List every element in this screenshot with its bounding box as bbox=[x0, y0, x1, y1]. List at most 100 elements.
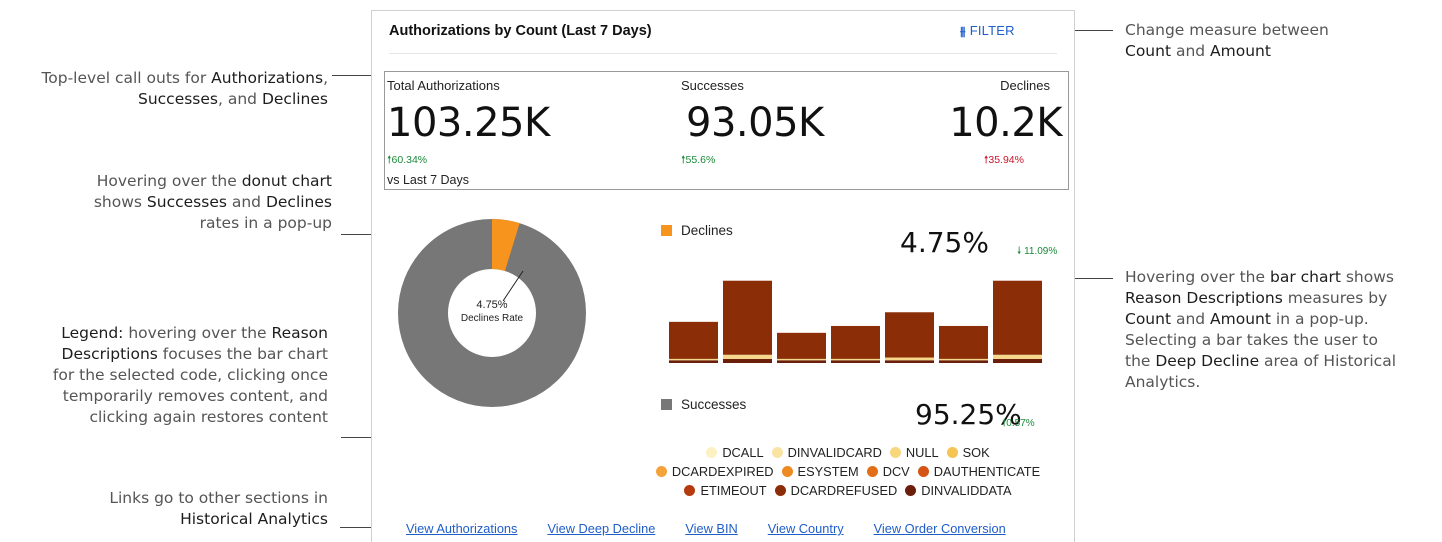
reason-legend: DCALL DINVALIDCARD NULL SOK DCARDEXPIRED ESYS… bbox=[632, 443, 1064, 500]
title-divider bbox=[389, 53, 1057, 54]
historical-analytics-links: View Authorizations View Deep Decline View… bbox=[406, 521, 1036, 536]
legend-dot-icon bbox=[866, 466, 878, 477]
annotation-links: Links go to other sections in Historical… bbox=[109, 489, 328, 528]
legend-label: DINVALIDCARD bbox=[787, 445, 882, 460]
filter-label: FILTER bbox=[969, 23, 1015, 38]
annotation-bar: Hovering over the bar chart shows Reason… bbox=[1125, 268, 1397, 391]
link-view-authorizations[interactable]: View Authorizations bbox=[406, 521, 517, 536]
bar-segment-null[interactable] bbox=[777, 358, 826, 361]
legend-item-dcardexpired[interactable]: DCARDEXPIRED bbox=[655, 462, 774, 481]
legend-item-dinvalidcard[interactable]: DINVALIDCARD bbox=[771, 443, 882, 462]
legend-label: ETIMEOUT bbox=[700, 483, 767, 498]
legend-dot-icon bbox=[946, 447, 958, 458]
bar-segment-dinvaliddata[interactable] bbox=[885, 360, 934, 363]
link-view-bin[interactable]: View BIN bbox=[685, 521, 737, 536]
stat-label: Declines bbox=[1000, 78, 1050, 93]
legend-label: ESYSTEM bbox=[797, 464, 859, 479]
stat-successes: Successes 93.05K 🠕55.6% bbox=[681, 78, 824, 170]
legend-dot-icon bbox=[889, 447, 901, 458]
bar-segment-dinvaliddata[interactable] bbox=[669, 360, 718, 363]
legend-label: DCALL bbox=[722, 445, 764, 460]
bar-segment-dinvaliddata[interactable] bbox=[777, 360, 826, 363]
legend-dot-icon bbox=[917, 466, 929, 477]
bar-segment-null[interactable] bbox=[723, 354, 772, 359]
bar-segment-dinvaliddata[interactable] bbox=[723, 358, 772, 363]
legend-dot-icon bbox=[781, 466, 793, 477]
stats-callouts: Total Authorizations 103.25K 🠕60.34% vs … bbox=[384, 71, 1069, 190]
legend-row: DCARDEXPIRED ESYSTEM DCV DAUTHENTICATE bbox=[632, 462, 1064, 481]
bar-segment-dcardrefused[interactable] bbox=[777, 332, 826, 359]
legend-dot-icon bbox=[655, 466, 667, 477]
authorizations-panel: Authorizations by Count (Last 7 Days) ⫵ F… bbox=[371, 10, 1075, 542]
bar-segment-dinvaliddata[interactable] bbox=[993, 358, 1042, 363]
declines-rate: 4.75% bbox=[900, 226, 989, 259]
stat-value: 103.25K bbox=[387, 100, 550, 146]
legend-label: DCARDEXPIRED bbox=[671, 464, 774, 479]
stat-change: 🠕35.94% bbox=[983, 154, 1024, 166]
annotation-filter: Change measure between Count and Amount bbox=[1125, 21, 1329, 60]
stat-change: 🠕60.34% bbox=[387, 154, 428, 166]
donut-center-pct: 4.75% bbox=[476, 299, 508, 311]
bar-segment-null[interactable] bbox=[939, 358, 988, 361]
legend-item-dcv[interactable]: DCV bbox=[866, 462, 910, 481]
legend-item-etimeout[interactable]: ETIMEOUT bbox=[684, 481, 767, 500]
panel-title: Authorizations by Count (Last 7 Days) bbox=[389, 23, 652, 39]
filter-button[interactable]: ⫵ FILTER bbox=[960, 23, 1015, 39]
successes-change: 🠕0.57% bbox=[1002, 418, 1035, 429]
legend-dot-icon bbox=[905, 485, 917, 496]
legend-item-dcall[interactable]: DCALL bbox=[706, 443, 764, 462]
legend-label: DAUTHENTICATE bbox=[933, 464, 1041, 479]
bar-segment-null[interactable] bbox=[885, 357, 934, 361]
bar-segment-dcardrefused[interactable] bbox=[885, 312, 934, 358]
bar-segment-null[interactable] bbox=[669, 358, 718, 361]
arrow-down-icon: 🠗 bbox=[1017, 246, 1022, 257]
bar-segment-dcardrefused[interactable] bbox=[669, 321, 718, 359]
legend-row: DCALL DINVALIDCARD NULL SOK bbox=[632, 443, 1064, 462]
link-view-order-conversion[interactable]: View Order Conversion bbox=[874, 521, 1006, 536]
legend-dot-icon bbox=[706, 447, 718, 458]
legend-item-null[interactable]: NULL bbox=[889, 443, 939, 462]
bar-segment-dcardrefused[interactable] bbox=[831, 325, 880, 359]
bar-segment-null[interactable] bbox=[993, 354, 1042, 359]
bar-segment-dinvaliddata[interactable] bbox=[831, 360, 880, 363]
declines-change: 🠗 11.09% bbox=[1017, 246, 1058, 257]
donut-center-label: Declines Rate bbox=[460, 313, 524, 324]
successes-swatch bbox=[661, 399, 672, 410]
legend-item-sok[interactable]: SOK bbox=[946, 443, 990, 462]
decline-reason-bar-chart[interactable] bbox=[669, 267, 1048, 363]
successes-series-label: Successes bbox=[661, 397, 746, 412]
link-view-deep-decline[interactable]: View Deep Decline bbox=[547, 521, 655, 536]
sliders-icon: ⫵ bbox=[960, 24, 966, 38]
bar-segment-dcardrefused[interactable] bbox=[993, 280, 1042, 355]
legend-label: SOK bbox=[962, 445, 990, 460]
legend-label: DCARDREFUSED bbox=[790, 483, 898, 498]
legend-dot-icon bbox=[774, 485, 786, 496]
stat-total-authorizations: Total Authorizations 103.25K 🠕60.34% vs … bbox=[387, 78, 550, 187]
bar-segment-null[interactable] bbox=[831, 358, 880, 361]
stat-value: 10.2K bbox=[949, 100, 1062, 146]
stat-value: 93.05K bbox=[686, 100, 824, 146]
stat-note: vs Last 7 Days bbox=[387, 173, 469, 187]
declines-series-label: Declines bbox=[661, 223, 733, 238]
legend-item-dauthenticate[interactable]: DAUTHENTICATE bbox=[917, 462, 1041, 481]
annotation-top-level: Top-level call outs for Authorizations, … bbox=[41, 69, 328, 108]
bar-segment-dcardrefused[interactable] bbox=[723, 280, 772, 355]
annotation-donut: Hovering over the donut chart shows Succ… bbox=[93, 172, 332, 232]
stat-change: 🠕55.6% bbox=[681, 154, 716, 166]
legend-item-esystem[interactable]: ESYSTEM bbox=[781, 462, 859, 481]
donut-pointer bbox=[502, 270, 524, 302]
declines-swatch bbox=[661, 225, 672, 236]
stat-label: Successes bbox=[681, 78, 744, 93]
legend-label: DCV bbox=[882, 464, 910, 479]
stat-label: Total Authorizations bbox=[387, 78, 500, 93]
bar-segment-dcardrefused[interactable] bbox=[939, 325, 988, 359]
legend-dot-icon bbox=[684, 485, 696, 496]
stat-declines: Declines 10.2K 🠕35.94% bbox=[949, 78, 1062, 170]
bar-segment-dinvaliddata[interactable] bbox=[939, 360, 988, 363]
legend-item-dcardrefused[interactable]: DCARDREFUSED bbox=[774, 481, 898, 500]
link-view-country[interactable]: View Country bbox=[768, 521, 844, 536]
legend-label: NULL bbox=[905, 445, 939, 460]
legend-item-dinvaliddata[interactable]: DINVALIDDATA bbox=[905, 481, 1012, 500]
donut-center: 4.75% Declines Rate bbox=[398, 299, 586, 324]
donut-chart[interactable]: 4.75% Declines Rate bbox=[398, 219, 586, 407]
